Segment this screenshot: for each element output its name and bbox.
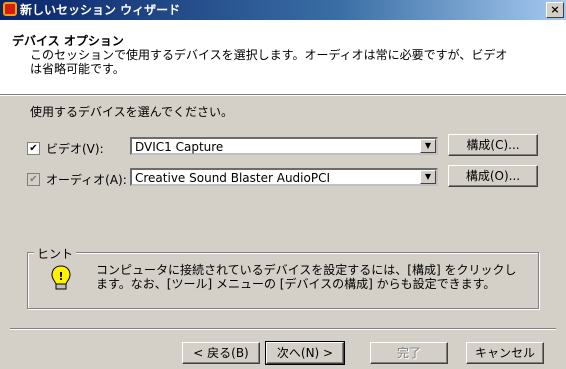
video-row: ✔ ビデオ(V): (27, 140, 104, 157)
audio-configure-button[interactable]: 構成(O)... (448, 165, 538, 187)
video-device-select[interactable]: DVIC1 Capture ▼ (130, 137, 438, 155)
back-button[interactable]: < 戻る(B) (182, 342, 260, 364)
audio-device-value: Creative Sound Blaster AudioPCI (135, 171, 330, 185)
hint-group: ヒント ! コンピュータに接続されているデバイスを設定するには、[構成] をクリ… (27, 245, 539, 309)
audio-checkbox: ✔ (27, 173, 40, 186)
chevron-down-icon[interactable]: ▼ (420, 170, 436, 184)
app-icon (3, 2, 17, 16)
footer-divider (10, 328, 556, 330)
lightbulb-icon: ! (51, 265, 71, 290)
svg-text:!: ! (58, 270, 63, 283)
hint-legend: ヒント (34, 245, 77, 262)
finish-button: 完了 (370, 342, 448, 364)
audio-label: オーディオ(A): (46, 173, 127, 187)
instruction-text: 使用するデバイスを選んでください。 (30, 105, 234, 119)
page-title: デバイス オプション (12, 34, 124, 48)
video-checkbox[interactable]: ✔ (27, 142, 40, 155)
wizard-window: 新しいセッション ウィザード × デバイス オプション このセッションで使用する… (0, 0, 566, 369)
header-divider (0, 94, 566, 96)
video-label: ビデオ(V): (46, 142, 104, 156)
audio-device-select[interactable]: Creative Sound Blaster AudioPCI ▼ (130, 168, 438, 186)
close-button[interactable]: × (546, 2, 564, 18)
page-description: このセッションで使用するデバイスを選択します。オーディオは常に必要ですが、ビデオ… (30, 48, 508, 76)
video-configure-button[interactable]: 構成(C)... (448, 134, 538, 156)
hint-text: コンピュータに接続されているデバイスを設定するには、[構成] をクリックします。… (96, 263, 517, 291)
cancel-button[interactable]: キャンセル (466, 342, 544, 364)
wizard-header: デバイス オプション このセッションで使用するデバイスを選択します。オーディオは… (0, 20, 566, 94)
video-device-value: DVIC1 Capture (135, 140, 224, 154)
chevron-down-icon[interactable]: ▼ (420, 139, 436, 153)
next-button[interactable]: 次へ(N) > (265, 341, 345, 365)
title-bar: 新しいセッション ウィザード × (0, 0, 566, 20)
audio-row: ✔ オーディオ(A): (27, 171, 127, 188)
window-title: 新しいセッション ウィザード (20, 3, 181, 17)
